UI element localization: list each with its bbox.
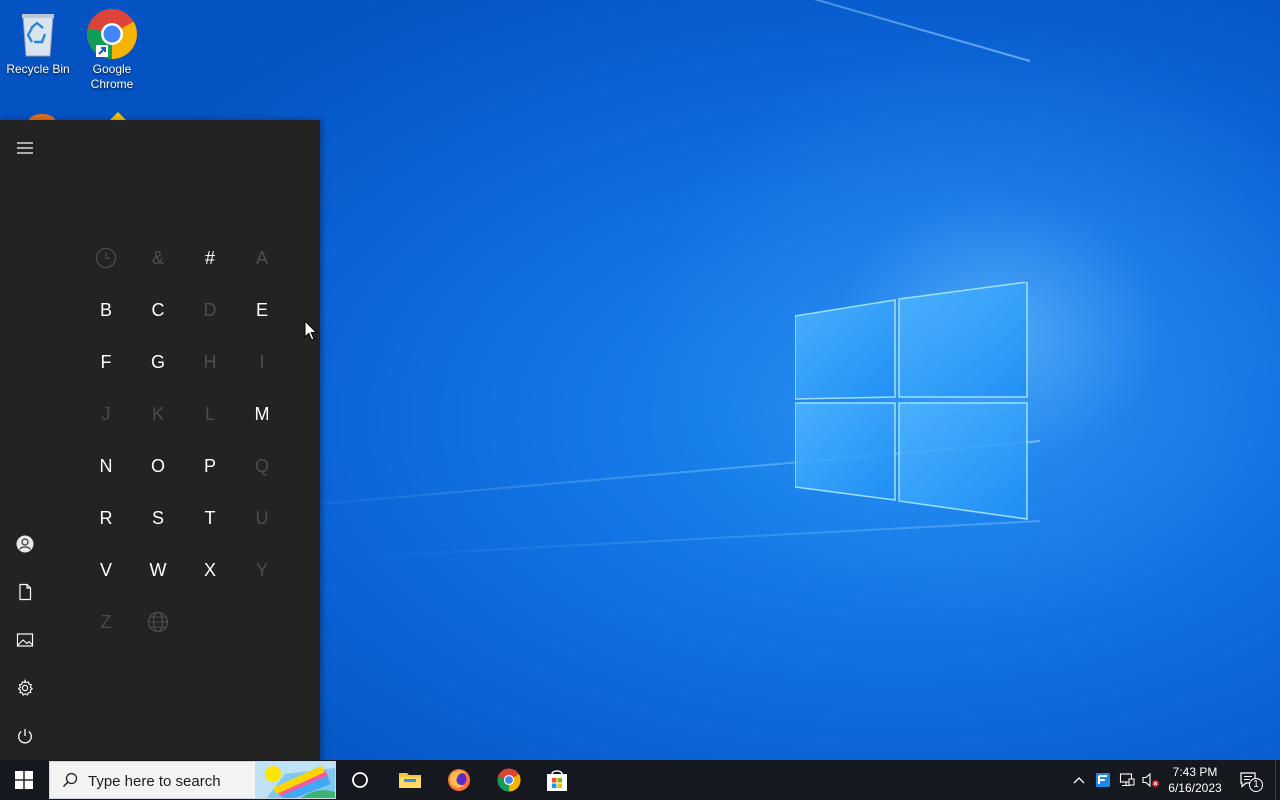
power-button[interactable]: [0, 712, 50, 760]
jump-list-letter-t[interactable]: T: [184, 492, 236, 544]
settings-button[interactable]: [0, 664, 50, 712]
jump-list-letter-c[interactable]: C: [132, 284, 184, 336]
pictures-icon: [16, 633, 34, 647]
jump-list-letter-x[interactable]: X: [184, 544, 236, 596]
cortana-button[interactable]: [336, 760, 384, 800]
jump-list-letter-j: J: [101, 403, 111, 424]
network-button[interactable]: [1116, 760, 1138, 800]
desktop-icon-label: Google Chrome: [90, 62, 134, 91]
taskbar-chrome[interactable]: [485, 760, 533, 800]
notification-count-badge: 1: [1249, 778, 1263, 792]
jump-list-letter-n[interactable]: N: [80, 440, 132, 492]
globe-icon: [147, 611, 169, 633]
app-tray-icon: [1096, 773, 1110, 787]
taskbar: Type here to search 7:43 PM 6/16/2023: [0, 760, 1280, 800]
light-beam: [212, 0, 1031, 62]
expand-menu-button[interactable]: [0, 124, 50, 172]
network-icon: [1119, 773, 1135, 787]
documents-button[interactable]: [0, 568, 50, 616]
desktop-icon-label: Recycle Bin: [6, 62, 70, 76]
clock-date: 6/16/2023: [1168, 781, 1222, 795]
jump-list-letter-i: I: [259, 351, 265, 372]
settings-gear-icon: [17, 679, 34, 696]
jump-list-clock-recent: [80, 232, 132, 284]
volume-button[interactable]: [1140, 760, 1162, 800]
search-icon: [62, 772, 78, 788]
jump-list-globe: [132, 596, 184, 648]
start-menu: & # A B C D E F G H I J K L M N O P Q R S T U V W X Y Z: [0, 120, 320, 760]
documents-icon: [19, 583, 32, 601]
volume-muted-icon: [1142, 772, 1159, 788]
show-hidden-icons-button[interactable]: [1068, 760, 1090, 800]
start-menu-rail: [0, 120, 50, 760]
jump-list-letter-a: A: [255, 247, 268, 268]
taskbar-file-explorer[interactable]: [386, 760, 434, 800]
jump-list-letter-y: Y: [255, 559, 268, 580]
jump-list-letter-p[interactable]: P: [184, 440, 236, 492]
chrome-icon: [87, 9, 137, 59]
taskbar-firefox[interactable]: [435, 760, 483, 800]
jump-list-letter-z: Z: [100, 611, 112, 632]
hamburger-menu-icon: [17, 142, 33, 154]
clock-recent-icon: [95, 247, 117, 269]
jump-list-letter-r[interactable]: R: [80, 492, 132, 544]
jump-list-letter-e[interactable]: E: [236, 284, 288, 336]
cortana-icon: [352, 772, 368, 788]
user-account-icon: [16, 535, 34, 553]
jump-list-letter-ampersand: &: [151, 247, 164, 268]
windows-start-icon: [15, 771, 33, 789]
taskbar-search-box[interactable]: Type here to search: [49, 761, 336, 799]
jump-list-letter-g[interactable]: G: [132, 336, 184, 388]
light-beam: [340, 520, 1041, 559]
jump-list-letter-s[interactable]: S: [132, 492, 184, 544]
jump-list-letter-l: L: [204, 403, 215, 424]
desktop-icon-recycle-bin[interactable]: Recycle Bin: [0, 8, 76, 77]
windows-logo-wallpaper: [795, 282, 1028, 520]
firefox-icon: [448, 769, 470, 791]
taskbar-clock[interactable]: 7:43 PM 6/16/2023: [1160, 764, 1230, 796]
jump-list-letter-v[interactable]: V: [80, 544, 132, 596]
jump-list-letter-d: D: [203, 299, 217, 320]
jump-list-letter-h: H: [203, 351, 217, 372]
jump-list-letter-o[interactable]: O: [132, 440, 184, 492]
show-hidden-icons-chevron-icon: [1073, 777, 1085, 784]
pictures-button[interactable]: [0, 616, 50, 664]
start-button[interactable]: [0, 760, 48, 800]
jump-list-letter-k: K: [151, 403, 164, 424]
power-icon: [18, 729, 32, 744]
chrome-icon: [497, 768, 521, 792]
jump-list-letter-u: U: [255, 507, 269, 528]
tray-app-button[interactable]: [1092, 760, 1114, 800]
recycle-bin-icon: [22, 14, 54, 57]
jump-list-letter-f[interactable]: F: [80, 336, 132, 388]
taskbar-microsoft-store[interactable]: [533, 760, 581, 800]
user-account-button[interactable]: [0, 520, 50, 568]
jump-list-letter-w[interactable]: W: [132, 544, 184, 596]
jump-list-letter-b[interactable]: B: [80, 284, 132, 336]
clock-time: 7:43 PM: [1172, 765, 1218, 779]
search-highlight-illustration: [255, 762, 335, 798]
jump-list-letter-q: Q: [254, 455, 269, 476]
mouse-cursor-icon: [304, 320, 318, 341]
desktop-icon-google-chrome[interactable]: Google Chrome: [74, 8, 150, 92]
microsoft-store-icon: [547, 770, 567, 791]
search-placeholder-text: Type here to search: [88, 773, 221, 790]
jump-list-letter-m[interactable]: M: [236, 388, 288, 440]
show-desktop-button[interactable]: [1275, 760, 1280, 800]
file-explorer-icon: [399, 773, 421, 788]
alphabet-jump-list: & # A B C D E F G H I J K L M N O P Q R S T U V W X Y Z: [80, 232, 288, 648]
jump-list-letter-hash[interactable]: #: [184, 232, 236, 284]
